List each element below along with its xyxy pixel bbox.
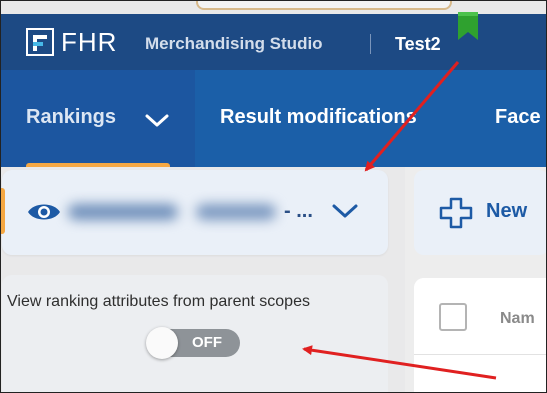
chevron-down-icon[interactable] bbox=[330, 199, 360, 223]
tab-rankings-label[interactable]: Rankings bbox=[26, 106, 116, 129]
scope-name-ellipsis: - ... bbox=[284, 200, 313, 222]
toggle-state-label: OFF bbox=[192, 334, 222, 351]
scope-selector-accent bbox=[0, 188, 5, 234]
toggle-knob[interactable] bbox=[146, 327, 178, 359]
scope-name-redacted bbox=[68, 196, 280, 228]
main-nav: Rankings Result modifications Face bbox=[0, 70, 547, 169]
project-name[interactable]: Test2 bbox=[395, 33, 441, 55]
plus-icon[interactable] bbox=[438, 197, 474, 229]
select-all-checkbox[interactable] bbox=[439, 303, 467, 331]
brand-bar: FHR Merchandising Studio Test2 bbox=[0, 12, 547, 70]
fhr-logo-icon[interactable] bbox=[26, 28, 54, 56]
eye-icon[interactable] bbox=[26, 200, 62, 224]
product-name: Merchandising Studio bbox=[145, 34, 323, 53]
tab-result-modifications[interactable]: Result modifications bbox=[220, 106, 417, 129]
new-button-label[interactable]: New bbox=[486, 200, 527, 223]
header-separator bbox=[370, 34, 371, 54]
browser-tab-edge bbox=[196, 0, 452, 10]
parent-scope-label: View ranking attributes from parent scop… bbox=[7, 293, 310, 310]
parent-scope-toggle[interactable]: OFF bbox=[146, 327, 240, 359]
tab-facets[interactable]: Face bbox=[495, 106, 541, 129]
chevron-down-icon[interactable] bbox=[143, 110, 171, 130]
bookmark-icon[interactable] bbox=[456, 12, 480, 42]
column-header-name[interactable]: Nam bbox=[500, 310, 535, 328]
logo-text[interactable]: FHR bbox=[61, 26, 117, 58]
